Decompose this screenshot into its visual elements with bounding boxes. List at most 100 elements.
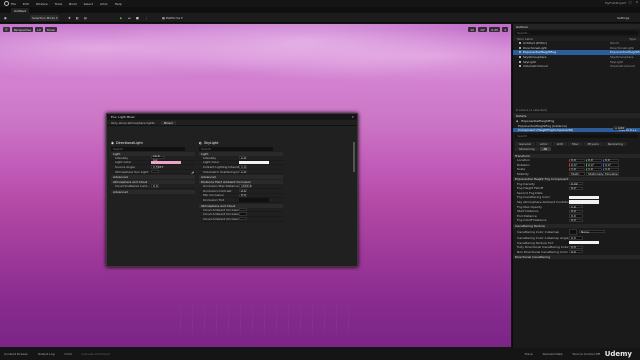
sky-ambient-swatch[interactable] [569,200,599,204]
output-log-button[interactable]: Output Log [38,352,55,356]
section-advanced[interactable]: Advanced [111,175,195,180]
lit-button[interactable]: Lit [35,27,43,32]
rotation-x[interactable]: 0.0° [569,163,585,167]
play-options-button[interactable]: ⋮ [145,15,148,21]
grid-snap-value[interactable]: 10 [468,27,477,32]
cubemap-angle-field[interactable]: 0.0 [569,236,583,240]
section-advanced[interactable]: Advanced [199,175,283,180]
close-window-button[interactable]: ✕ [635,0,638,4]
cinematics-icon[interactable]: ▤ [84,15,87,21]
min-occlusion-field[interactable]: 0.0 [239,193,247,197]
menu-file[interactable]: File [11,2,16,6]
scale-x[interactable]: 1.0 [569,167,585,171]
tint-swatch[interactable] [569,240,599,245]
minimize-button[interactable]: – [623,0,625,4]
console-input[interactable]: Console Command [81,352,109,356]
fog-falloff-field[interactable]: 0.2 [569,186,583,190]
rotation-snap-value[interactable]: 10° [478,27,488,32]
content-drawer-button[interactable]: Content Drawer [4,352,28,356]
section-advanced-2[interactable]: Advanced [111,189,195,194]
settings-button[interactable]: Settings [617,15,629,21]
cubemap-thumbnail[interactable] [569,228,577,235]
menu-actor[interactable]: Actor [100,2,108,6]
menu-tools[interactable]: Tools [55,2,62,6]
location-z[interactable]: 0.0 [603,158,619,162]
tab-actor[interactable]: Actor [535,142,552,146]
fog-color-swatch[interactable] [569,195,599,200]
perspective-button[interactable]: Perspective [11,27,34,32]
menu-help[interactable]: Help [115,2,122,6]
skylight-search-input[interactable]: Search [199,147,273,151]
platforms-button[interactable]: ▦ Platforms ▾ [162,15,183,21]
mobility-stationary[interactable]: Stationary [586,172,604,176]
mobility-static[interactable]: Static [569,172,585,176]
location-y[interactable]: 0.0 [586,158,602,162]
cloud-ao-field-2[interactable] [239,217,247,221]
details-actor-name[interactable]: ExponentialHeightFog [521,119,554,123]
outliner-row[interactable]: VolumetricCloud VolumetricCloud [513,64,640,69]
tab-rendering[interactable]: Rendering [603,142,628,146]
cloud-ao-field[interactable] [239,212,247,216]
fully-directional-field[interactable]: 0.0 [569,245,583,249]
menu-window[interactable]: Window [36,2,48,6]
tab-physics[interactable]: Physics [583,142,603,146]
mobility-movable[interactable]: Movable [603,172,619,176]
add-component-button[interactable]: + Add [612,126,626,130]
fog-max-opacity-field[interactable]: 1.0 [569,205,583,209]
source-angle-field[interactable]: 0.5357 [151,165,164,169]
source-control-button[interactable]: Source Control Off [573,352,600,356]
scale-snap-value[interactable]: 0.25 [489,27,501,32]
intensity-field[interactable]: 1.0 [239,156,247,160]
menu-select[interactable]: Select [84,2,93,6]
occlusion-max-distance-field[interactable]: 1000.0 [239,184,252,188]
scale-z[interactable]: 1.0 [603,167,619,171]
fog-density-field[interactable]: 0.02 [569,182,583,186]
location-x[interactable]: 0.0 [569,158,585,162]
cmd-dropdown[interactable]: Cmd [65,352,72,356]
viewport-menu-button[interactable]: ☰ [3,27,10,32]
cubemap-dropdown[interactable]: None [579,230,605,234]
light-color-swatch[interactable] [151,160,181,165]
rotation-y[interactable]: 0.0° [586,163,602,167]
play-button[interactable]: ▶ [120,15,122,21]
unreal-logo-icon[interactable] [4,1,9,6]
occlusion-tint-swatch[interactable] [239,198,269,202]
rotation-z[interactable]: 0.0° [603,163,619,167]
selection-mode-button[interactable]: Selection Mode ▾ [30,15,60,21]
end-distance-field[interactable]: 0.0 [569,214,583,218]
trace-button[interactable]: Trace [525,352,533,356]
menu-build[interactable]: Build [69,2,77,6]
maximize-button[interactable]: □ [629,0,632,4]
volumetric-scattering-field[interactable]: 1.0 [239,170,247,174]
dialog-close-button[interactable]: ✕ [351,115,354,119]
start-distance-field[interactable]: 0.0 [569,209,583,213]
create-icon[interactable]: ✚ [68,15,71,21]
dialog-scrollbar[interactable] [353,142,355,172]
tab-general[interactable]: General [515,142,535,146]
directional-search-input[interactable]: Search [111,147,185,151]
indirect-intensity-field[interactable]: 1.0 [239,165,247,169]
cutoff-distance-field[interactable]: 0.0 [569,218,583,222]
tab-lod[interactable]: LOD [552,142,567,146]
play-next-button[interactable]: ⏭ [128,15,131,21]
show-button[interactable]: Show [44,27,57,32]
light-color-swatch[interactable] [239,160,269,165]
menu-edit[interactable]: Edit [23,2,29,6]
stop-button[interactable]: ■ [136,15,139,21]
derived-data-button[interactable]: Derived Data [543,352,563,356]
save-icon[interactable]: ▣ [4,15,7,21]
non-directional-field[interactable]: 0.0 [569,250,583,254]
cloud-ao-checkbox[interactable] [239,207,247,212]
intensity-field[interactable]: 10.0 lux [151,154,165,162]
tab-misc[interactable]: Misc [567,142,583,146]
blueprint-icon[interactable]: ◧ [76,15,79,21]
tab-streaming[interactable]: Streaming [515,147,539,151]
tab-all[interactable]: All [539,147,552,151]
camera-speed-value[interactable]: 4 [502,27,508,32]
occlusion-contrast-field[interactable]: 0.0 [239,189,247,193]
sun-light-checkbox[interactable] [151,169,159,174]
dialog-titlebar[interactable]: Env. Light Mixer ✕ [107,114,357,120]
scale-y[interactable]: 1.0 [586,167,602,171]
outliner-search-input[interactable]: Search... [515,31,638,35]
cloud-scattered-field[interactable]: 0.0 [151,184,159,188]
